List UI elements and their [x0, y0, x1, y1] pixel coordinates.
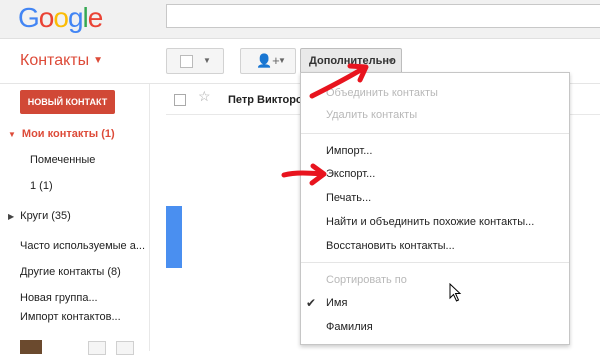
mouse-cursor-icon [449, 283, 462, 302]
sidebar-item-import[interactable]: Импорт контактов... [20, 311, 121, 323]
chevron-down-icon: ▼ [387, 57, 395, 66]
menu-divider [301, 262, 569, 263]
menu-item-sort-name[interactable]: Имя [326, 297, 347, 309]
logo-letter: g [67, 2, 84, 33]
menu-item-delete: Удалить контакты [326, 109, 418, 121]
star-icon[interactable]: ☆ [198, 88, 211, 105]
select-checkbox-button[interactable]: ▼ [166, 48, 224, 74]
sidebar-item-group-1[interactable]: 1 (1) [30, 180, 53, 192]
sidebar-item-starred[interactable]: Помеченные [30, 154, 95, 166]
menu-divider [301, 133, 569, 134]
menu-item-find-merge[interactable]: Найти и объединить похожие контакты... [326, 216, 534, 228]
selection-indicator [166, 206, 182, 268]
app-title: Контакты [20, 52, 90, 69]
sidebar-item-other-contacts[interactable]: Другие контакты (8) [20, 266, 121, 278]
logo-letter: G [18, 2, 40, 33]
add-person-icon: 👤+ [256, 53, 280, 68]
collapsed-icon: ▶ [8, 212, 15, 221]
sidebar-item-label: Круги (35) [20, 210, 71, 222]
app-switcher[interactable]: Контакты ▼ [20, 52, 103, 70]
google-logo[interactable]: Google [18, 2, 104, 34]
expanded-icon: ▼ [8, 130, 16, 139]
sidebar-item-new-group[interactable]: Новая группа... [20, 292, 98, 304]
sidebar-item-label: Мои контакты (1) [21, 128, 115, 140]
sidebar-item-frequent[interactable]: Часто используемые а... [20, 240, 145, 252]
menu-item-restore[interactable]: Восстановить контакты... [326, 240, 455, 252]
logo-letter: o [38, 2, 55, 33]
logo-letter: e [87, 2, 104, 33]
menu-item-export[interactable]: Экспорт... [326, 168, 375, 180]
sidebar-divider [149, 84, 150, 351]
check-icon: ✔ [306, 296, 317, 310]
contact-name[interactable]: Петр Викторо [228, 94, 303, 106]
avatar[interactable] [20, 340, 42, 354]
search-input[interactable] [166, 4, 600, 28]
sidebar-item-my-contacts[interactable]: ▼ Мои контакты (1) [8, 128, 115, 140]
sidebar-item-circles[interactable]: ▶ Круги (35) [8, 210, 71, 222]
menu-item-import[interactable]: Импорт... [326, 145, 372, 157]
chat-control-icon[interactable] [88, 341, 106, 355]
chevron-down-icon: ▼ [203, 56, 211, 65]
add-to-group-button[interactable]: 👤+ ▼ [240, 48, 296, 74]
new-contact-button[interactable]: НОВЫЙ КОНТАКТ [20, 90, 115, 114]
chevron-down-icon: ▼ [278, 56, 286, 65]
menu-item-sort-surname[interactable]: Фамилия [326, 321, 373, 333]
checkbox-icon [180, 55, 193, 68]
menu-item-print[interactable]: Печать... [326, 192, 371, 204]
chat-control-icon[interactable] [116, 341, 134, 355]
logo-letter: o [53, 2, 69, 33]
annotation-arrow-icon [309, 63, 369, 99]
chevron-down-icon: ▼ [93, 55, 104, 66]
annotation-arrow-icon [281, 163, 327, 186]
menu-section-sort-by: Сортировать по [326, 274, 407, 286]
row-checkbox[interactable] [174, 94, 186, 106]
